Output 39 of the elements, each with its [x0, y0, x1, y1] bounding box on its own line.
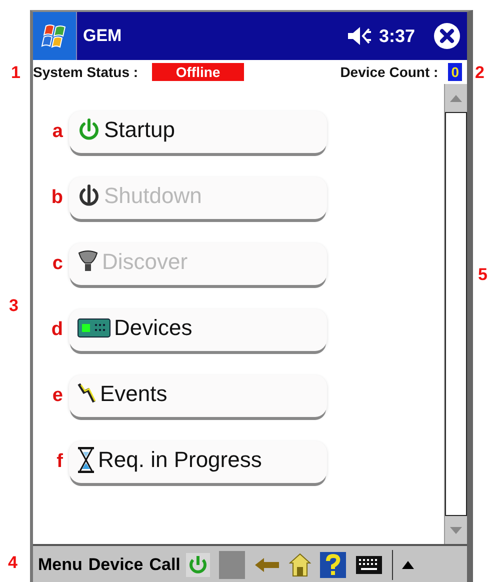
annotation-letter: e [51, 385, 64, 407]
menu-button[interactable]: Startup [69, 111, 327, 153]
help-icon[interactable] [320, 552, 346, 578]
power-icon [77, 118, 101, 142]
clock-time[interactable]: 3:37 [378, 26, 415, 46]
status-value: Offline [152, 63, 244, 81]
app-title: GEM [83, 26, 123, 46]
up-arrow-icon [450, 94, 462, 102]
menu-item[interactable]: Device [88, 555, 144, 575]
device-count-value: 0 [448, 63, 462, 81]
device-icon [77, 318, 111, 338]
menu-item[interactable]: Menu [38, 555, 82, 575]
menu-item[interactable]: Call [149, 555, 180, 575]
menu-button[interactable]: Events [69, 375, 327, 417]
annotation-number: 2 [475, 64, 484, 81]
close-icon[interactable] [433, 22, 461, 50]
up-arrow-icon[interactable] [402, 561, 414, 569]
annotation-letter: b [50, 187, 64, 209]
menu-button[interactable]: Req. in Progress [69, 441, 327, 483]
down-arrow-icon [450, 526, 462, 534]
lightbulb-icon [77, 250, 99, 274]
annotation-number: 4 [8, 554, 18, 571]
back-arrow-icon[interactable] [254, 555, 280, 575]
annotation-letter: a [51, 121, 64, 143]
speaker-icon[interactable] [346, 26, 373, 46]
device-count-label: Device Count : [340, 64, 438, 80]
annotation-letter: f [56, 451, 64, 473]
menu-button[interactable]: Devices [69, 309, 327, 351]
hourglass-icon [77, 447, 95, 473]
annotation-number: 1 [11, 64, 20, 81]
home-icon[interactable] [289, 553, 312, 577]
start-button[interactable] [33, 12, 77, 60]
power-icon [77, 184, 101, 208]
annotation-letter: d [50, 319, 64, 341]
status-label: System Status : [33, 64, 138, 80]
keyboard-icon[interactable] [355, 555, 384, 575]
annotation-number: 3 [9, 297, 18, 314]
annotation-letter: c [51, 253, 64, 275]
annotation-number: 5 [478, 266, 488, 283]
